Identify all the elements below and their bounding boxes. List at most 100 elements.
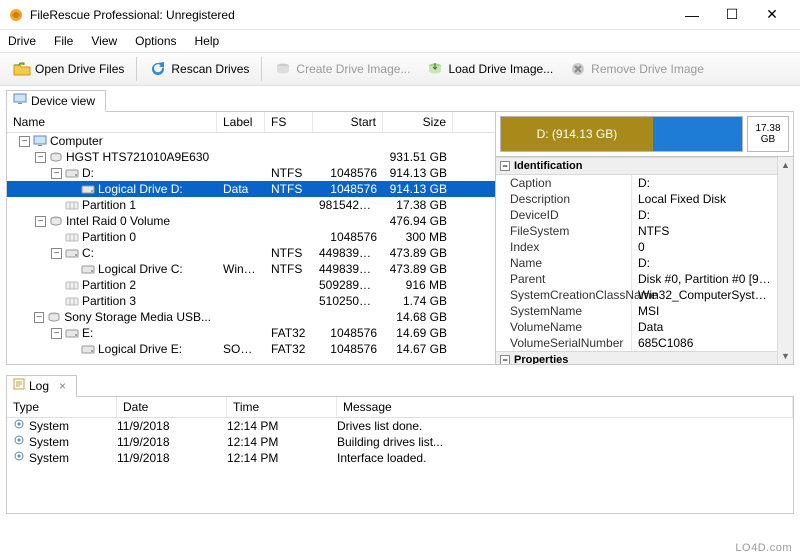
drive-icon — [81, 263, 95, 275]
property-key: FileSystem — [496, 223, 632, 239]
property-grid[interactable]: −IdentificationCaptionD:DescriptionLocal… — [496, 157, 777, 364]
property-key: Index — [496, 239, 632, 255]
tree-row[interactable]: Logical Drive E:SONY...FAT32104857614.67… — [7, 341, 495, 357]
tree-row[interactable]: −Computer — [7, 133, 495, 149]
create-drive-image-button[interactable]: Create Drive Image... — [267, 56, 417, 82]
drive-tree[interactable]: Name Label FS Start Size −Computer−HGST … — [7, 112, 495, 364]
tree-expander-icon[interactable]: − — [19, 136, 30, 147]
tree-row[interactable]: −D:NTFS1048576914.13 GB — [7, 165, 495, 181]
tree-cell-fs: FAT32 — [265, 326, 313, 340]
tree-cell-start: 98154263... — [313, 198, 383, 212]
tab-log[interactable]: Log × — [6, 375, 77, 397]
close-button[interactable]: ✕ — [752, 1, 792, 29]
col-size[interactable]: Size — [383, 112, 453, 132]
log-row[interactable]: System11/9/201812:14 PMInterface loaded. — [7, 450, 793, 466]
property-row[interactable]: Index0 — [496, 239, 777, 255]
tree-row[interactable]: −HGST HTS721010A9E630931.51 GB — [7, 149, 495, 165]
drive-icon — [65, 167, 79, 179]
scrollbar[interactable]: ▲ ▼ — [777, 157, 793, 364]
col-name[interactable]: Name — [7, 112, 217, 132]
tree-cell-size: 14.67 GB — [383, 342, 453, 356]
property-row[interactable]: SystemNameMSI — [496, 303, 777, 319]
menu-options[interactable]: Options — [135, 34, 176, 48]
col-label[interactable]: Label — [217, 112, 265, 132]
col-time[interactable]: Time — [227, 397, 337, 417]
tree-expander-icon[interactable]: − — [35, 152, 46, 163]
tree-row[interactable]: −Intel Raid 0 Volume476.94 GB — [7, 213, 495, 229]
property-row[interactable]: CaptionD: — [496, 175, 777, 191]
tab-device-view[interactable]: Device view — [6, 90, 106, 112]
property-section-header[interactable]: −Identification — [496, 157, 777, 175]
usage-bar[interactable]: D: (914.13 GB) — [500, 116, 743, 152]
col-date[interactable]: Date — [117, 397, 227, 417]
tree-row[interactable]: Partition 198154263...17.38 GB — [7, 197, 495, 213]
menu-drive[interactable]: Drive — [8, 34, 36, 48]
tree-expander-icon[interactable]: − — [51, 328, 62, 339]
property-row[interactable]: DescriptionLocal Fixed Disk — [496, 191, 777, 207]
titlebar: FileRescue Professional: Unregistered — … — [0, 0, 800, 30]
tree-column-header[interactable]: Name Label FS Start Size — [7, 112, 495, 133]
tree-row-name: Partition 1 — [82, 198, 136, 212]
tab-label: Device view — [31, 94, 95, 108]
menu-file[interactable]: File — [54, 34, 73, 48]
property-row[interactable]: NameD: — [496, 255, 777, 271]
device-view-panel: Name Label FS Start Size −Computer−HGST … — [6, 111, 794, 365]
collapse-icon[interactable]: − — [500, 355, 510, 364]
scroll-up-icon[interactable]: ▲ — [778, 157, 793, 173]
folder-open-icon — [13, 60, 31, 78]
log-column-header[interactable]: Type Date Time Message — [7, 397, 793, 418]
col-start[interactable]: Start — [313, 112, 383, 132]
tree-row[interactable]: −E:FAT32104857614.69 GB — [7, 325, 495, 341]
scroll-down-icon[interactable]: ▼ — [778, 348, 793, 364]
log-message: Building drives list... — [337, 434, 793, 450]
drive-icon — [81, 183, 95, 195]
rescan-drives-button[interactable]: Rescan Drives — [142, 56, 256, 82]
maximize-button[interactable]: ☐ — [712, 1, 752, 29]
tree-cell-start: 1048576 — [313, 326, 383, 340]
log-rows[interactable]: System11/9/201812:14 PMDrives list done.… — [7, 418, 793, 466]
tree-cell-size: 300 MB — [383, 230, 453, 244]
tree-expander-icon[interactable]: − — [34, 312, 44, 323]
usage-side-box[interactable]: 17.38 GB — [747, 116, 789, 152]
log-message: Interface loaded. — [337, 450, 793, 466]
log-row[interactable]: System11/9/201812:14 PMBuilding drives l… — [7, 434, 793, 450]
property-value: 685C1086 — [632, 335, 777, 351]
partition-icon — [65, 279, 79, 291]
tree-row-name: Partition 3 — [82, 294, 136, 308]
load-drive-image-button[interactable]: Load Drive Image... — [419, 56, 560, 82]
remove-drive-image-button[interactable]: Remove Drive Image — [562, 56, 711, 82]
tree-expander-icon[interactable]: − — [51, 248, 62, 259]
property-section-header[interactable]: −Properties — [496, 351, 777, 364]
tree-row[interactable]: Partition 01048576300 MB — [7, 229, 495, 245]
menu-help[interactable]: Help — [195, 34, 220, 48]
menu-view[interactable]: View — [91, 34, 117, 48]
tree-expander-icon[interactable]: − — [35, 216, 46, 227]
col-fs[interactable]: FS — [265, 112, 313, 132]
tree-expander-icon[interactable]: − — [51, 168, 62, 179]
property-row[interactable]: FileSystemNTFS — [496, 223, 777, 239]
property-row[interactable]: VolumeNameData — [496, 319, 777, 335]
log-row[interactable]: System11/9/201812:14 PMDrives list done. — [7, 418, 793, 434]
property-row[interactable]: DeviceIDD: — [496, 207, 777, 223]
close-tab-icon[interactable]: × — [59, 379, 66, 393]
property-row[interactable]: SystemCreationClassNameWin32_ComputerSys… — [496, 287, 777, 303]
collapse-icon[interactable]: − — [500, 161, 510, 171]
open-drive-files-button[interactable]: Open Drive Files — [6, 56, 131, 82]
gear-icon — [13, 418, 25, 434]
tree-row[interactable]: Partition 250928916...916 MB — [7, 277, 495, 293]
minimize-button[interactable]: — — [672, 1, 712, 29]
property-row[interactable]: ParentDisk #0, Partition #0 [98154158489… — [496, 271, 777, 287]
log-time: 12:14 PM — [227, 418, 337, 434]
tree-row[interactable]: Logical Drive C:Windo...NTFS449839104473… — [7, 261, 495, 277]
usage-free-segment — [653, 117, 742, 151]
tree-row[interactable]: Partition 351025071...1.74 GB — [7, 293, 495, 309]
property-row[interactable]: VolumeSerialNumber685C1086 — [496, 335, 777, 351]
tree-row[interactable]: Logical Drive D:DataNTFS1048576914.13 GB — [7, 181, 495, 197]
tree-cell-start: 1048576 — [313, 342, 383, 356]
disk-load-icon — [426, 60, 444, 78]
col-type[interactable]: Type — [7, 397, 117, 417]
col-message[interactable]: Message — [337, 397, 793, 417]
tree-row[interactable]: −C:NTFS449839104473.89 GB — [7, 245, 495, 261]
tree-row[interactable]: −Sony Storage Media USB...14.68 GB — [7, 309, 495, 325]
properties-pane: D: (914.13 GB) 17.38 GB −IdentificationC… — [495, 112, 793, 364]
